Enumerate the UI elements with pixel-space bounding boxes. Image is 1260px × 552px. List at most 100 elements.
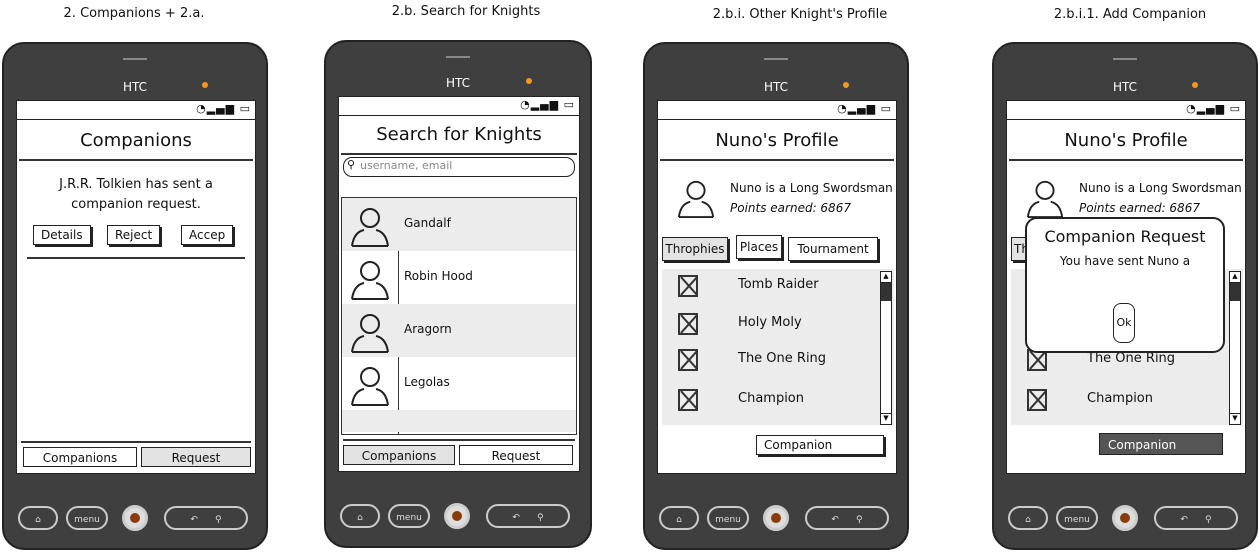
- scroll-up-icon[interactable]: ▲: [881, 272, 891, 283]
- led-indicator: [1192, 82, 1198, 88]
- profile-avatar-icon: [1026, 180, 1064, 219]
- trackball-icon[interactable]: [1112, 505, 1138, 531]
- tab-companions[interactable]: Companions: [23, 447, 137, 467]
- knight-list: Gandalf Robin Hood Aragorn Legolas: [341, 197, 577, 435]
- bottom-tab-bar: Companions Request: [21, 441, 251, 469]
- profile-bio: Nuno is a Long Swordsman: [1079, 181, 1242, 195]
- hardware-buttons: ⌂ menu ↶ ⚲: [1008, 504, 1242, 534]
- bottom-tab-bar: Companions Request: [343, 439, 575, 467]
- scrollbar[interactable]: ▲ ▼: [1229, 271, 1241, 425]
- speaker-grille: [1113, 58, 1137, 62]
- brand-label: HTC: [122, 80, 148, 94]
- menu-hw-button[interactable]: menu: [66, 506, 108, 530]
- trophy-image-icon: [678, 349, 698, 371]
- home-hw-icon[interactable]: ⌂: [18, 506, 58, 530]
- status-bar: ◔▂▄▆ ▭: [1007, 101, 1245, 120]
- list-item[interactable]: Gandalf: [342, 198, 576, 251]
- profile-avatar-icon: [677, 180, 715, 219]
- list-item[interactable]: Tomb Raider: [662, 269, 876, 305]
- home-hw-icon[interactable]: ⌂: [340, 504, 380, 528]
- list-item: [342, 410, 576, 432]
- list-item[interactable]: Aragorn: [342, 304, 576, 357]
- trophy-image-icon: [678, 313, 698, 335]
- list-item[interactable]: The One Ring: [662, 343, 876, 379]
- phone-mockup-1: HTC ◔▂▄▆ ▭ Companions J.R.R. Tolkien has…: [2, 42, 268, 550]
- menu-hw-button[interactable]: menu: [388, 504, 430, 528]
- brand-label: HTC: [763, 80, 789, 94]
- tab-request[interactable]: Request: [459, 445, 573, 465]
- phone-mockup-4: HTC ◔▂▄▆ ▭ Nuno's Profile Nuno is a Long…: [992, 42, 1258, 550]
- knight-name: Aragorn: [404, 322, 452, 336]
- knight-name: Gandalf: [404, 216, 451, 230]
- speaker-grille: [123, 58, 147, 62]
- scrollbar[interactable]: ▲ ▼: [880, 271, 892, 425]
- dialog-message: You have sent Nuno a: [1059, 254, 1191, 268]
- profile-points: Points earned: 6867: [1079, 201, 1200, 215]
- back-search-hw-icon[interactable]: ↶ ⚲: [805, 506, 889, 530]
- back-search-hw-icon[interactable]: ↶ ⚲: [486, 504, 570, 528]
- person-icon: [351, 208, 389, 247]
- speaker-grille: [764, 58, 788, 62]
- scroll-up-icon[interactable]: ▲: [1230, 272, 1240, 283]
- trackball-icon[interactable]: [444, 503, 470, 529]
- tab-places[interactable]: Places: [736, 235, 782, 259]
- search-icon: ⚲: [347, 158, 356, 171]
- hardware-buttons: ⌂ menu ↶ ⚲: [18, 504, 252, 534]
- home-hw-icon[interactable]: ⌂: [659, 506, 699, 530]
- screen-profile: ◔▂▄▆ ▭ Nuno's Profile Nuno is a Long Swo…: [657, 100, 897, 474]
- list-item[interactable]: Robin Hood: [342, 251, 576, 304]
- trophy-name: Champion: [738, 391, 805, 406]
- signal-battery-icon: ◔▂▄▆ ▭: [1186, 102, 1241, 115]
- reject-button[interactable]: Reject: [107, 225, 161, 245]
- caption-search: 2.b. Search for Knights: [391, 4, 541, 19]
- details-button[interactable]: Details: [33, 225, 91, 245]
- scroll-down-icon[interactable]: ▼: [1230, 413, 1240, 424]
- led-indicator: [526, 78, 532, 84]
- scroll-down-icon[interactable]: ▼: [881, 413, 891, 424]
- list-item[interactable]: Legolas: [342, 357, 576, 410]
- list-item[interactable]: Champion: [1011, 383, 1225, 419]
- page-title: Nuno's Profile: [660, 120, 894, 161]
- knight-name: Legolas: [404, 375, 450, 389]
- page-title: Search for Knights: [341, 116, 577, 155]
- status-bar: ◔▂▄▆ ▭: [339, 97, 579, 116]
- signal-battery-icon: ◔▂▄▆ ▭: [520, 98, 575, 111]
- back-search-hw-icon[interactable]: ↶ ⚲: [1154, 506, 1238, 530]
- companion-button[interactable]: Companion: [756, 435, 884, 455]
- tab-request[interactable]: Request: [141, 447, 251, 467]
- led-indicator: [202, 82, 208, 88]
- profile-points: Points earned: 6867: [730, 201, 851, 215]
- profile-bio: Nuno is a Long Swordsman: [730, 181, 893, 195]
- tab-tournament[interactable]: Tournament: [788, 237, 878, 261]
- scroll-thumb[interactable]: [881, 283, 891, 301]
- trackball-icon[interactable]: [122, 505, 148, 531]
- home-hw-icon[interactable]: ⌂: [1008, 506, 1048, 530]
- brand-label: HTC: [1112, 80, 1138, 94]
- list-item[interactable]: Holy Moly: [662, 307, 876, 343]
- back-search-hw-icon[interactable]: ↶ ⚲: [164, 506, 248, 530]
- trophy-list: Tomb Raider Holy Moly The One Ring Champ…: [662, 269, 894, 425]
- person-icon: [351, 261, 389, 300]
- trophy-name: The One Ring: [1087, 351, 1176, 366]
- list-item[interactable]: Champion: [662, 383, 876, 419]
- companion-button[interactable]: Companion: [1099, 433, 1223, 455]
- led-indicator: [843, 82, 849, 88]
- trophy-name: Tomb Raider: [738, 277, 819, 292]
- trackball-icon[interactable]: [763, 505, 789, 531]
- menu-hw-button[interactable]: menu: [1056, 506, 1098, 530]
- tab-trophies[interactable]: Throphies: [662, 237, 728, 261]
- tab-companions[interactable]: Companions: [343, 445, 455, 465]
- page-title: Companions: [19, 120, 253, 161]
- hardware-buttons: ⌂ menu ↶ ⚲: [340, 502, 576, 532]
- search-placeholder: username, email: [360, 159, 453, 172]
- menu-hw-button[interactable]: menu: [707, 506, 749, 530]
- search-input[interactable]: ⚲ username, email: [343, 157, 575, 177]
- trophy-image-icon: [1027, 389, 1047, 411]
- scroll-thumb[interactable]: [1230, 283, 1240, 301]
- caption-add-companion: 2.b.i.1. Add Companion: [1053, 7, 1207, 22]
- trophy-image-icon: [678, 275, 698, 297]
- accept-button[interactable]: Accep: [181, 225, 234, 245]
- ok-button[interactable]: Ok: [1113, 303, 1135, 343]
- trophy-image-icon: [678, 389, 698, 411]
- screen-search: ◔▂▄▆ ▭ Search for Knights ⚲ username, em…: [338, 96, 580, 472]
